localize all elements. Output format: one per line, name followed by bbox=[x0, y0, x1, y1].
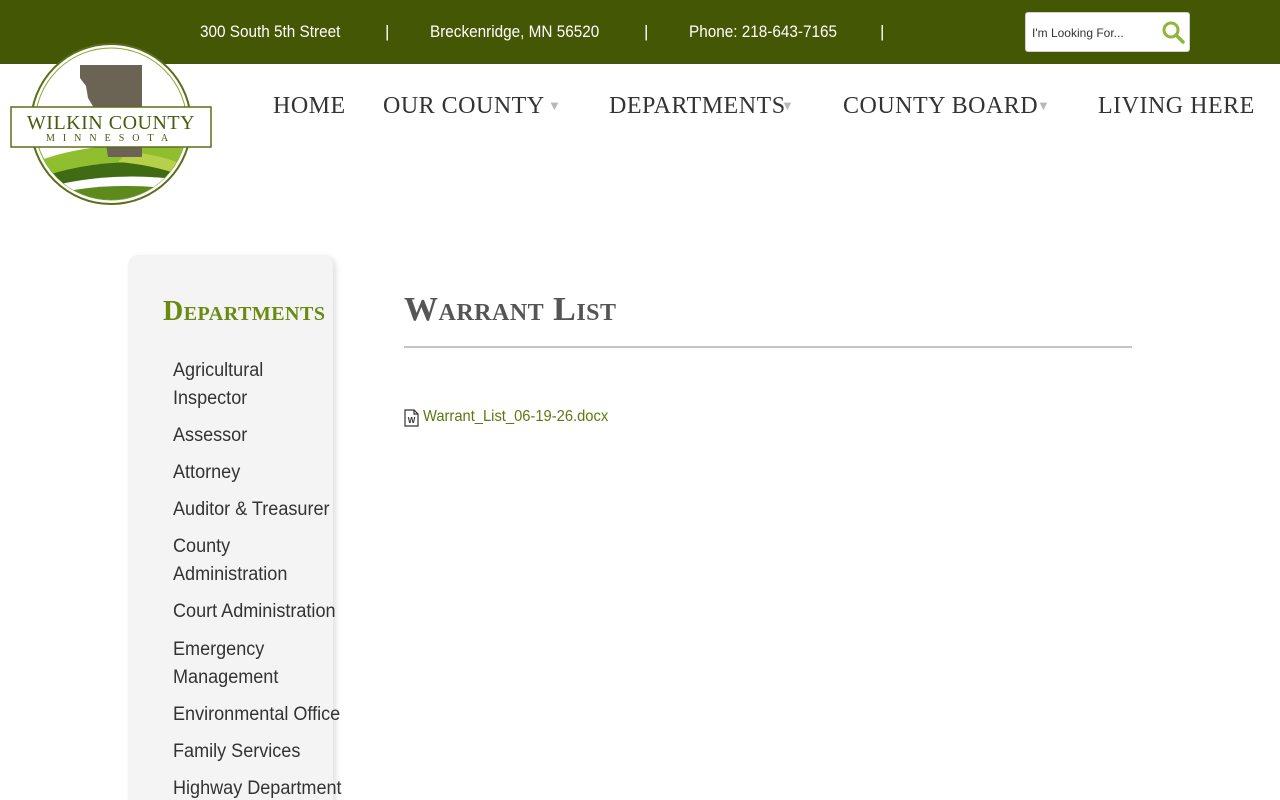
nav-our-county[interactable]: OUR COUNTY bbox=[383, 92, 545, 120]
search-box bbox=[1025, 12, 1190, 52]
nav-departments[interactable]: DEPARTMENTS bbox=[609, 92, 786, 120]
sidebar-item-auditor-treasurer[interactable]: Auditor & Treasurer bbox=[173, 496, 330, 524]
city-text: Breckenridge, MN 56520 bbox=[430, 22, 600, 41]
search-button[interactable] bbox=[1160, 20, 1186, 46]
search-icon bbox=[1162, 21, 1185, 44]
sidebar-title: Departments bbox=[163, 296, 326, 327]
separator: | bbox=[385, 22, 390, 41]
svg-text:W: W bbox=[408, 416, 416, 425]
logo-state: MINNESOTA bbox=[46, 133, 176, 144]
separator: | bbox=[880, 22, 885, 41]
sidebar-item-agricultural-inspector[interactable]: Agricultural bbox=[173, 357, 263, 385]
word-document-icon: W bbox=[404, 409, 419, 427]
sidebar-item-emergency-management[interactable]: Emergency bbox=[173, 636, 264, 664]
nav-county-board[interactable]: COUNTY BOARD bbox=[843, 92, 1038, 120]
phone-text: Phone: 218-643-7165 bbox=[689, 22, 838, 41]
chevron-down-icon[interactable]: ▼ bbox=[781, 98, 794, 114]
county-logo[interactable]: WILKIN COUNTY MINNESOTA bbox=[8, 40, 214, 210]
search-input[interactable] bbox=[1032, 22, 1152, 44]
nav-living-here[interactable]: LIVING HERE bbox=[1098, 92, 1255, 120]
address-text: 300 South 5th Street bbox=[200, 22, 341, 41]
sidebar-item-environmental-office[interactable]: Environmental Office bbox=[173, 701, 340, 729]
chevron-down-icon[interactable]: ▼ bbox=[548, 98, 561, 114]
sidebar-item-agricultural-inspector[interactable]: Inspector bbox=[173, 385, 247, 413]
sidebar-item-county-administration[interactable]: County bbox=[173, 533, 230, 561]
title-divider bbox=[404, 346, 1132, 348]
sidebar-item-assessor[interactable]: Assessor bbox=[173, 422, 247, 450]
sidebar-item-court-administration[interactable]: Court Administration bbox=[173, 598, 336, 626]
sidebar-item-emergency-management[interactable]: Management bbox=[173, 664, 278, 692]
separator: | bbox=[644, 22, 649, 41]
chevron-down-icon[interactable]: ▼ bbox=[1037, 98, 1050, 114]
sidebar-item-family-services[interactable]: Family Services bbox=[173, 738, 300, 766]
sidebar-item-county-administration[interactable]: Administration bbox=[173, 561, 287, 589]
logo-name: WILKIN COUNTY bbox=[27, 112, 195, 134]
page-title: Warrant List bbox=[404, 291, 617, 328]
sidebar-item-highway-department[interactable]: Highway Department bbox=[173, 775, 342, 800]
wilkin-county-logo-icon: WILKIN COUNTY MINNESOTA bbox=[10, 43, 212, 205]
document-link[interactable]: Warrant_List_06-19-26.docx bbox=[423, 406, 608, 428]
nav-home[interactable]: HOME bbox=[273, 92, 346, 120]
sidebar-item-attorney[interactable]: Attorney bbox=[173, 459, 240, 487]
